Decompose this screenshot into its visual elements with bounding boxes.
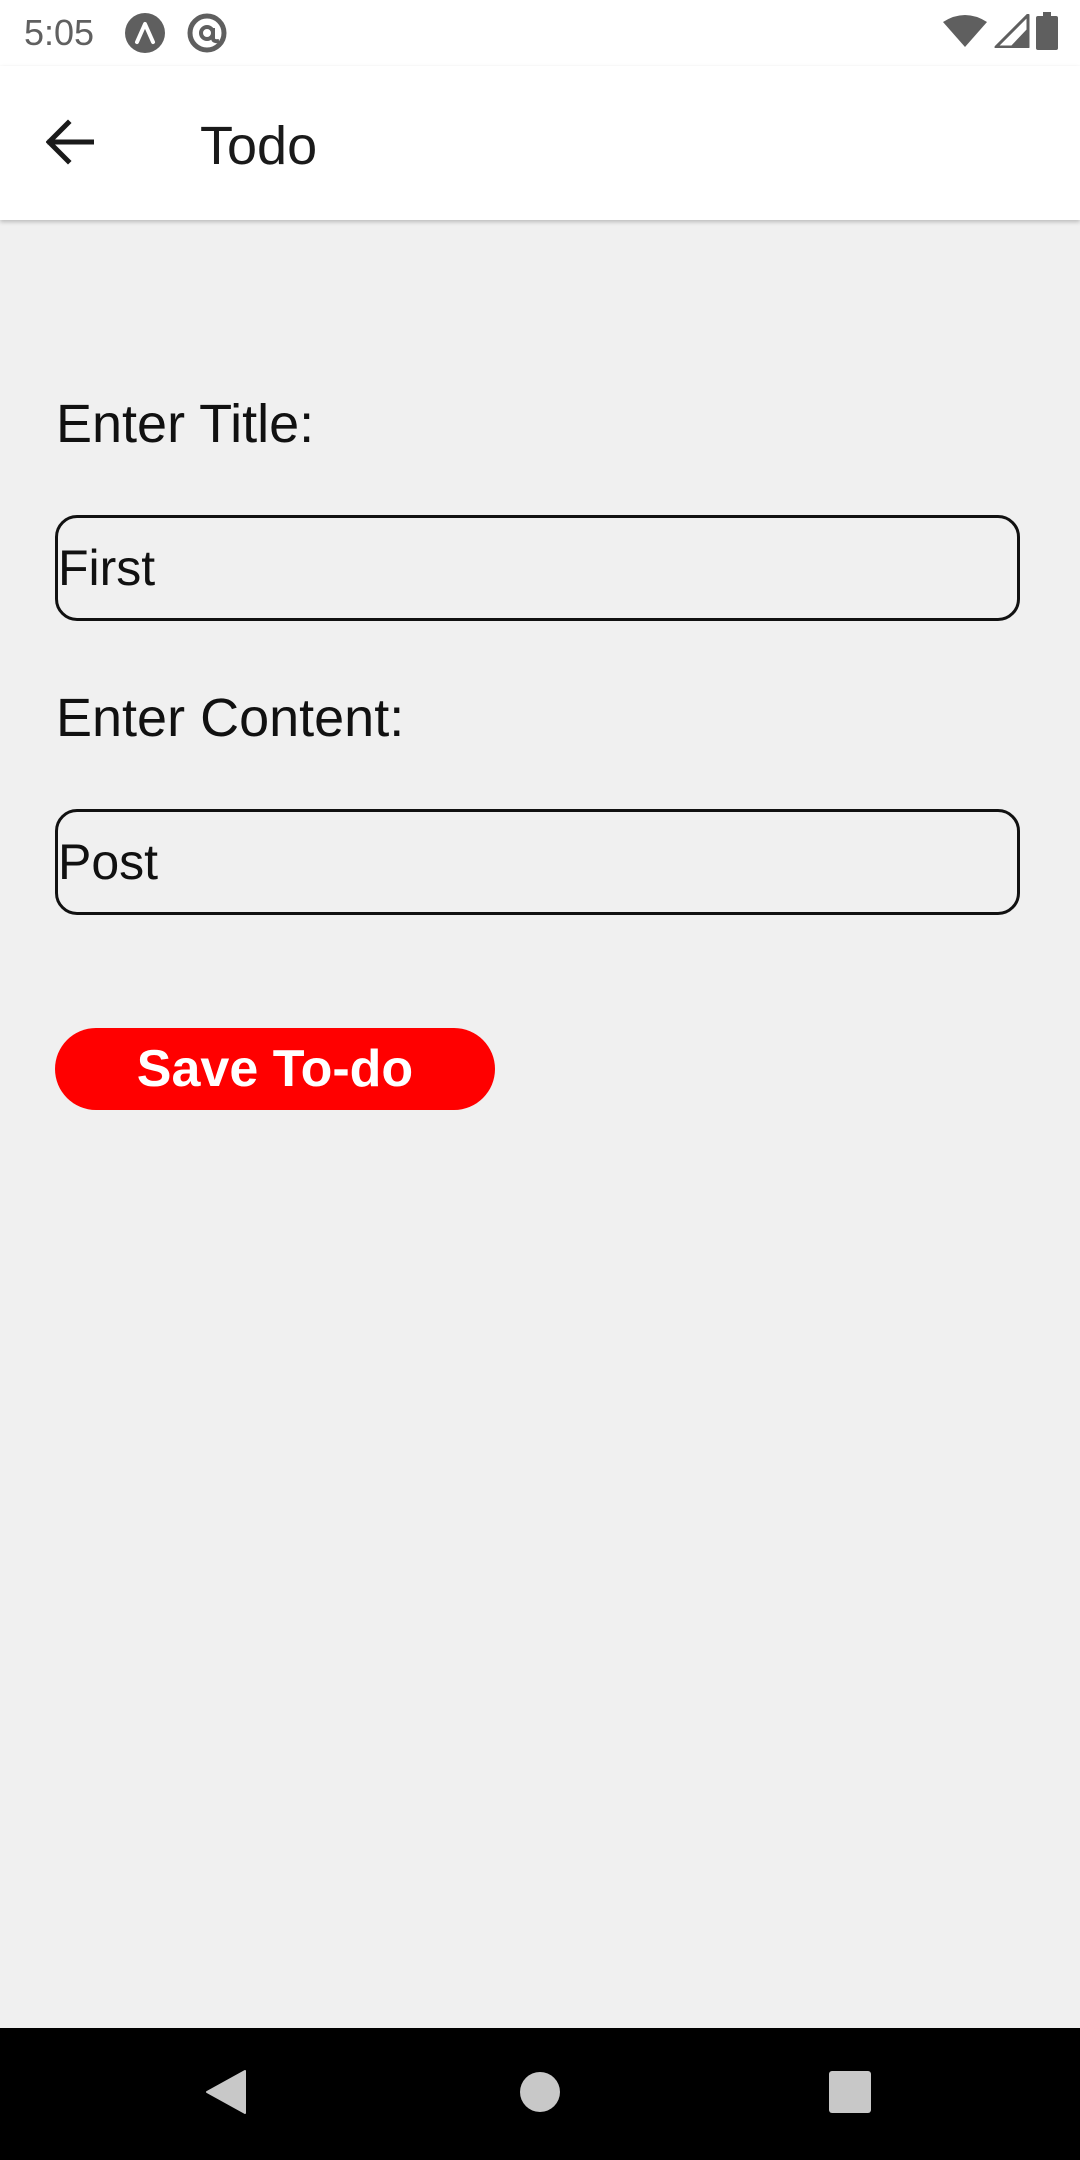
title-label: Enter Title:	[56, 394, 315, 454]
battery-icon	[1036, 11, 1058, 55]
back-button[interactable]	[34, 108, 106, 180]
nav-home-button[interactable]	[504, 2058, 576, 2130]
at-sign-notification-icon	[186, 12, 228, 54]
recents-square-icon	[829, 2070, 871, 2118]
status-icons	[942, 11, 1058, 55]
arrow-back-icon	[45, 118, 95, 170]
app-bar: Todo	[0, 66, 1080, 220]
cellular-signal-icon	[994, 13, 1030, 53]
navigation-bar	[0, 2028, 1080, 2160]
back-triangle-icon	[205, 2069, 247, 2120]
title-input[interactable]	[55, 515, 1020, 621]
wifi-icon	[942, 14, 988, 53]
content-input[interactable]	[55, 809, 1020, 915]
home-circle-icon	[519, 2071, 561, 2118]
page-title: Todo	[200, 116, 318, 176]
status-time: 5:05	[24, 12, 95, 53]
save-todo-button[interactable]: Save To-do	[55, 1028, 495, 1110]
app-notification-icon	[124, 12, 166, 54]
nav-back-button[interactable]	[190, 2058, 262, 2130]
nav-recents-button[interactable]	[814, 2058, 886, 2130]
status-bar: 5:05	[0, 0, 1080, 66]
content-label: Enter Content:	[56, 688, 405, 748]
